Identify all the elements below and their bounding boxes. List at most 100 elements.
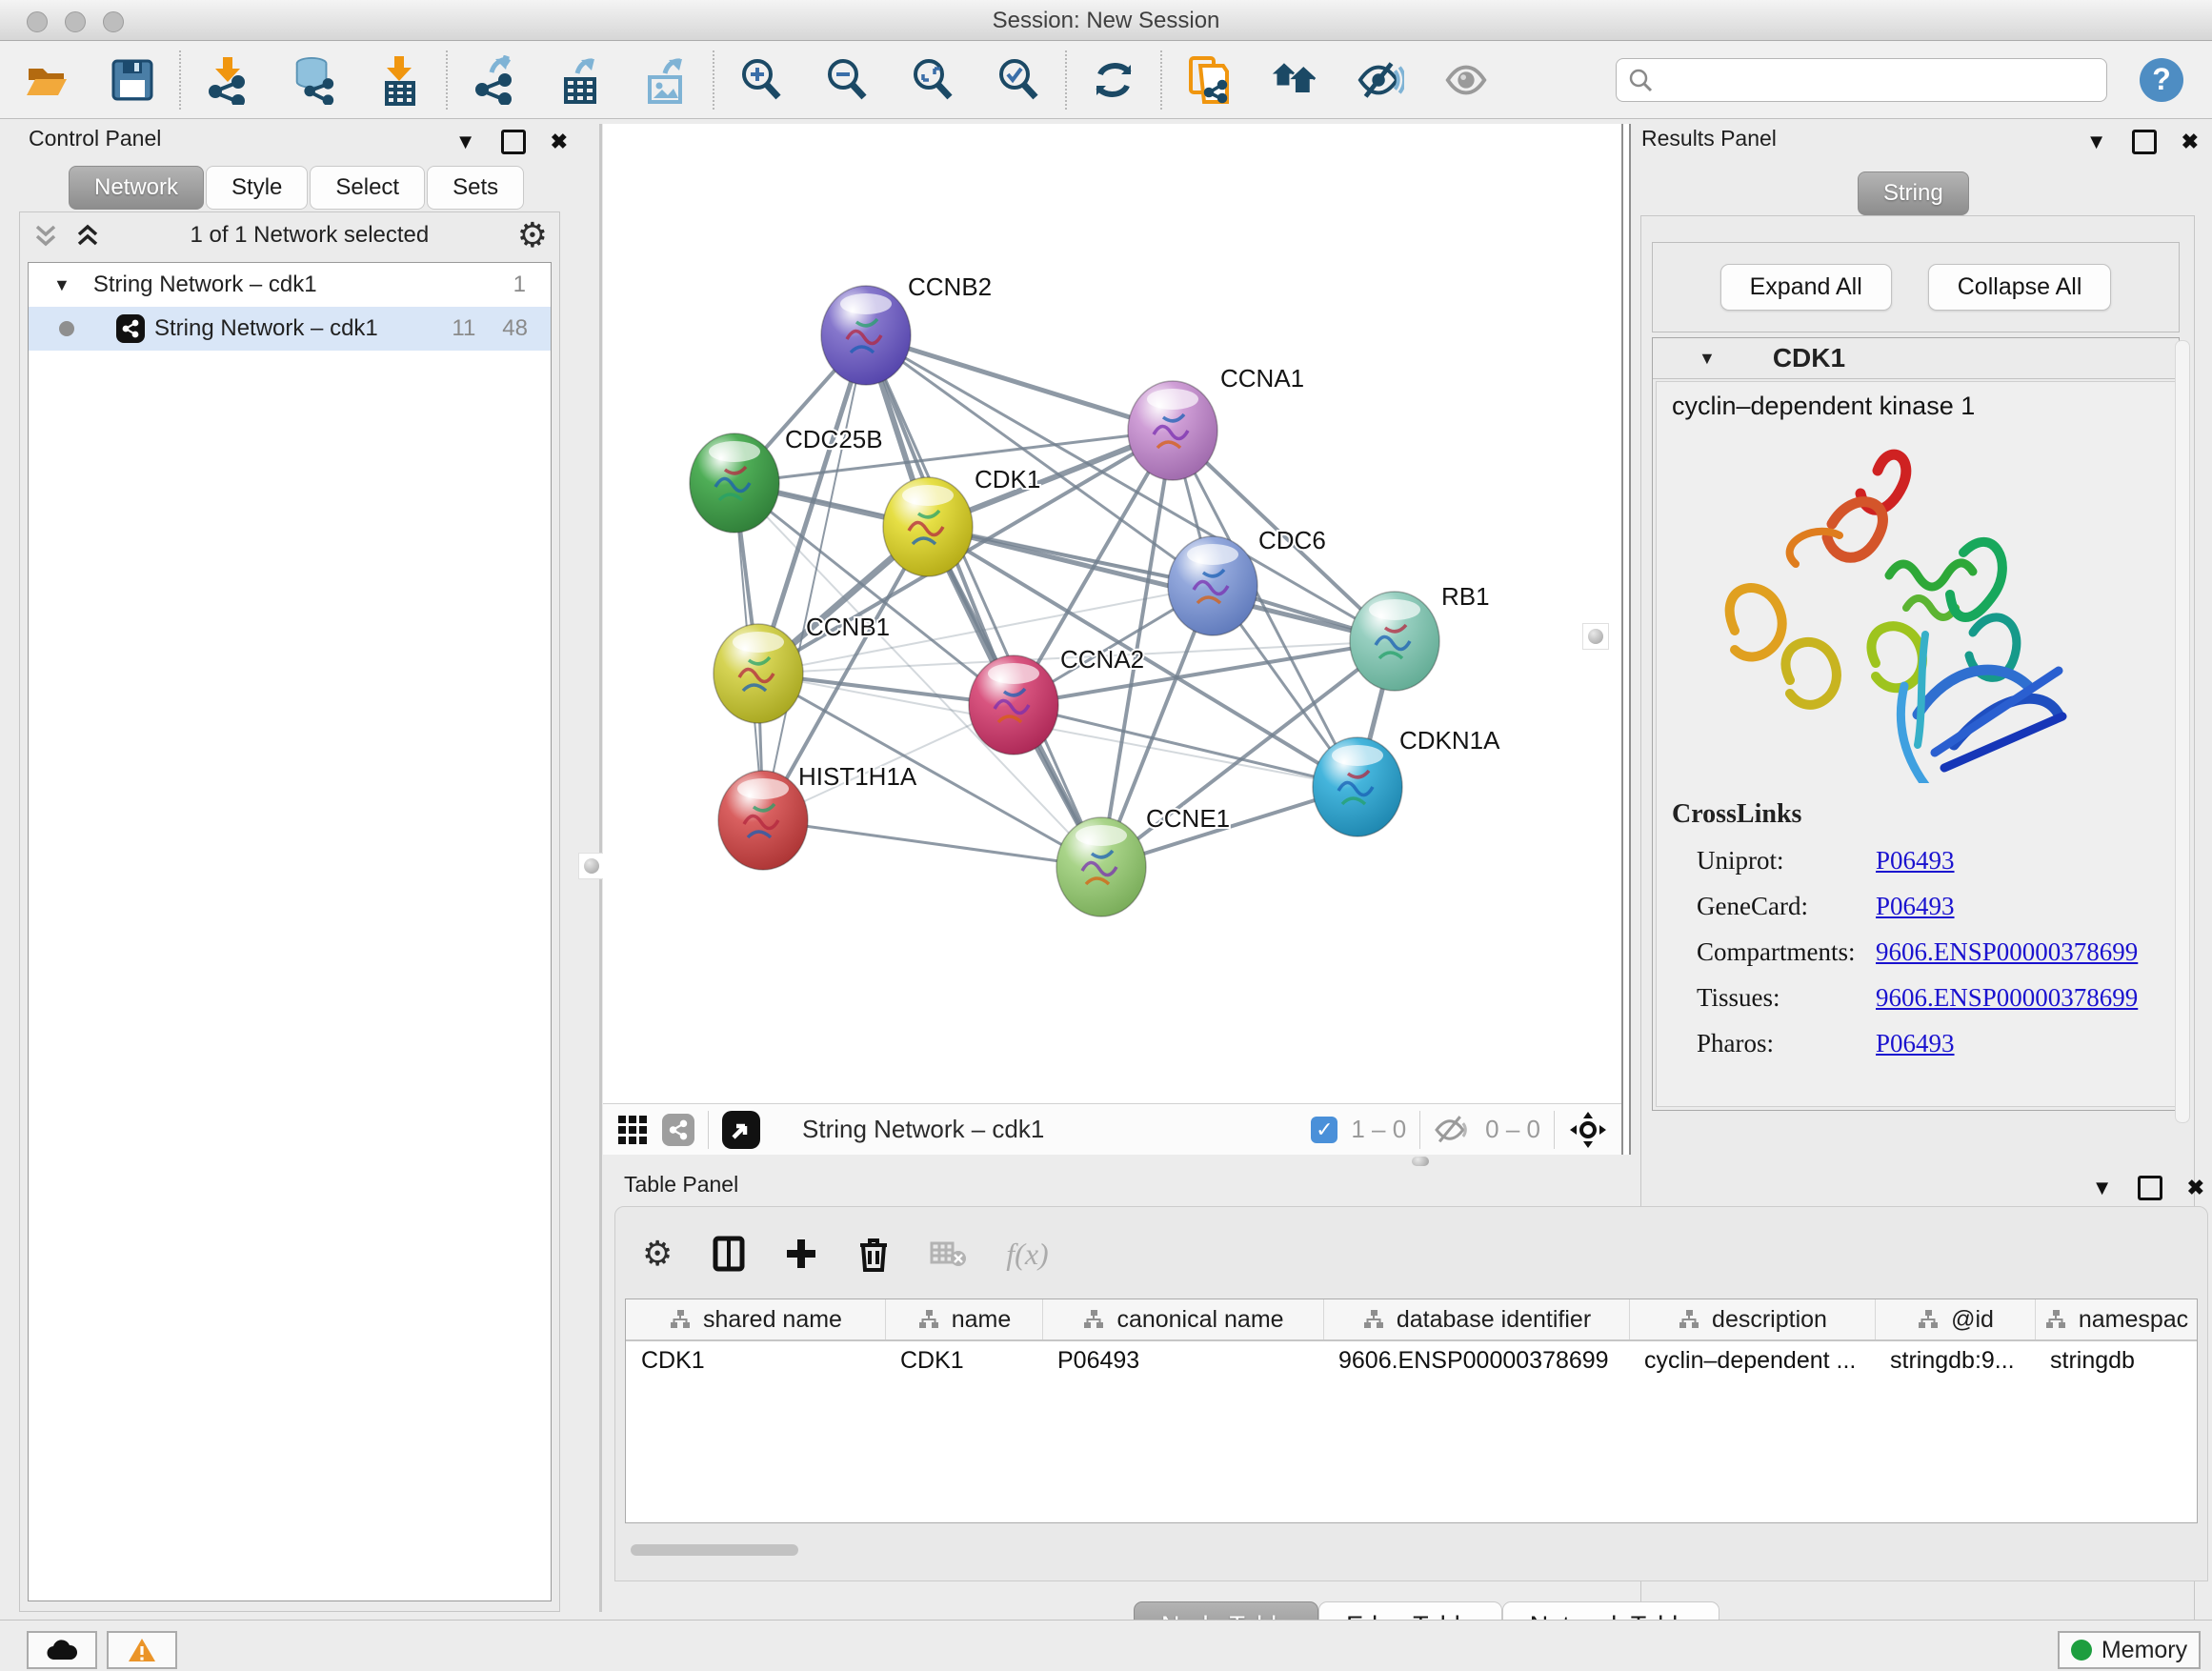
network-type-badge-icon[interactable] <box>662 1114 694 1146</box>
first-neighbors-icon[interactable] <box>1185 56 1233 104</box>
delete-column-icon[interactable] <box>857 1236 890 1272</box>
table-data-row[interactable]: CDK1CDK1P064939606.ENSP00000378699cyclin… <box>626 1341 2197 1383</box>
table-panel-float-icon[interactable] <box>2138 1176 2162 1200</box>
section-collapse-icon[interactable]: ▼ <box>1699 349 1716 369</box>
network-options-gear-icon[interactable]: ⚙ <box>517 218 548 252</box>
tab-string[interactable]: String <box>1858 171 1969 215</box>
warnings-button[interactable] <box>107 1631 177 1669</box>
show-all-networks-icon[interactable] <box>1271 56 1318 104</box>
tab-network[interactable]: Network <box>69 166 204 210</box>
zoom-out-icon[interactable] <box>823 56 871 104</box>
network-node-RB1[interactable]: RB1 <box>1350 582 1490 691</box>
collection-expand-icon[interactable]: ▼ <box>53 275 70 295</box>
open-session-icon[interactable] <box>23 56 70 104</box>
add-column-icon[interactable] <box>785 1238 817 1270</box>
right-splitter[interactable] <box>1621 124 1631 1155</box>
tab-select[interactable]: Select <box>310 166 425 210</box>
column-type-icon <box>1082 1309 1105 1330</box>
open-in-window-icon[interactable] <box>722 1111 760 1149</box>
column-header-shared-name[interactable]: shared name <box>626 1299 885 1339</box>
table-cell[interactable]: CDK1 <box>885 1341 1042 1383</box>
control-panel-collapse-icon[interactable]: ▼ <box>455 131 476 152</box>
expand-all-networks-icon[interactable] <box>73 221 102 250</box>
network-node-CCNA1[interactable]: CCNA1 <box>1128 364 1304 480</box>
table-horizontal-scrollbar[interactable] <box>625 1542 2196 1558</box>
apply-layout-icon[interactable] <box>1090 56 1137 104</box>
left-splitter-grip[interactable] <box>578 853 605 879</box>
right-splitter-grip[interactable] <box>1582 623 1609 650</box>
show-hidden-icon[interactable] <box>1442 56 1490 104</box>
save-session-icon[interactable] <box>109 56 156 104</box>
title-bar: Session: New Session <box>0 0 2212 41</box>
show-columns-icon[interactable] <box>713 1236 745 1272</box>
crosslink-link[interactable]: P06493 <box>1876 846 1955 876</box>
tab-style[interactable]: Style <box>206 166 308 210</box>
memory-button[interactable]: Memory <box>2058 1631 2201 1669</box>
network-node-CCNE1[interactable]: CCNE1 <box>1056 804 1230 916</box>
fit-selected-crosshair-icon[interactable] <box>1568 1110 1608 1150</box>
results-panel-collapse-icon[interactable]: ▼ <box>2086 131 2107 152</box>
import-network-icon[interactable] <box>204 56 251 104</box>
column-header-canonical-name[interactable]: canonical name <box>1042 1299 1323 1339</box>
network-canvas[interactable]: CCNB2CCNA1CDC25BCDK1CDC6RB1CCNB1CCNA2CDK… <box>603 124 1621 1155</box>
table-panel-close-icon[interactable]: ✖ <box>2187 1178 2204 1198</box>
network-edge[interactable] <box>763 820 1101 867</box>
zoom-in-icon[interactable] <box>737 56 785 104</box>
column-header-description[interactable]: description <box>1629 1299 1875 1339</box>
help-button[interactable]: ? <box>2140 58 2183 102</box>
tab-sets[interactable]: Sets <box>427 166 524 210</box>
table-cell[interactable]: stringdb <box>2035 1341 2197 1383</box>
search-input[interactable] <box>1660 66 2095 94</box>
window-title: Session: New Session <box>0 8 2212 34</box>
import-table-icon[interactable] <box>375 56 423 104</box>
network-node-HIST1H1A[interactable]: HIST1H1A <box>718 762 917 870</box>
network-graph[interactable]: CCNB2CCNA1CDC25BCDK1CDC6RB1CCNB1CCNA2CDK… <box>603 124 1621 1103</box>
crosslink-link[interactable]: P06493 <box>1876 892 1955 921</box>
crosslinks-block: CrossLinks Uniprot: P06493 GeneCard: P06… <box>1672 799 2138 1058</box>
results-panel-float-icon[interactable] <box>2132 130 2157 154</box>
zoom-selected-icon[interactable] <box>995 56 1042 104</box>
birds-eye-grid-icon[interactable] <box>616 1114 649 1146</box>
table-cell[interactable]: P06493 <box>1042 1341 1323 1383</box>
column-header--id[interactable]: @id <box>1875 1299 2035 1339</box>
table-cell[interactable]: cyclin–dependent ... <box>1629 1341 1875 1383</box>
cloud-status-button[interactable] <box>27 1631 97 1669</box>
results-panel-close-icon[interactable]: ✖ <box>2182 131 2199 152</box>
network-edge[interactable] <box>866 335 1173 431</box>
zoom-fit-icon[interactable] <box>909 56 956 104</box>
column-header-name[interactable]: name <box>885 1299 1042 1339</box>
column-header-namespac[interactable]: namespac <box>2035 1299 2197 1339</box>
column-header-database-identifier[interactable]: database identifier <box>1323 1299 1629 1339</box>
network-row[interactable]: String Network – cdk1 11 48 <box>29 307 551 351</box>
crosslink-link[interactable]: P06493 <box>1876 1029 1955 1058</box>
control-panel-close-icon[interactable]: ✖ <box>551 131 568 152</box>
crosslink-link[interactable]: 9606.ENSP00000378699 <box>1876 983 2138 1013</box>
table-cell[interactable]: 9606.ENSP00000378699 <box>1323 1341 1629 1383</box>
network-edge[interactable] <box>763 335 866 820</box>
crosslink-link[interactable]: 9606.ENSP00000378699 <box>1876 937 2138 967</box>
table-options-gear-icon[interactable]: ⚙ <box>642 1237 673 1271</box>
toolbar-search-field[interactable] <box>1616 58 2107 102</box>
column-type-icon <box>917 1309 940 1330</box>
network-node-CDKN1A[interactable]: CDKN1A <box>1313 726 1500 836</box>
results-scrollbar[interactable] <box>2175 340 2190 1123</box>
table-cell[interactable]: stringdb:9... <box>1875 1341 2035 1383</box>
expand-all-button[interactable]: Expand All <box>1720 264 1892 311</box>
table-cell[interactable]: CDK1 <box>626 1341 885 1383</box>
node-result-header[interactable]: ▼ CDK1 <box>1653 338 2179 379</box>
export-network-icon[interactable] <box>471 56 518 104</box>
collapse-all-button[interactable]: Collapse All <box>1928 264 2112 311</box>
hide-selected-icon[interactable] <box>1357 56 1404 104</box>
network-node-CCNA2[interactable]: CCNA2 <box>969 645 1144 755</box>
import-network-from-database-icon[interactable] <box>290 56 337 104</box>
export-image-icon[interactable] <box>642 56 690 104</box>
control-panel-float-icon[interactable] <box>501 130 526 154</box>
selected-checkbox-icon[interactable]: ✓ <box>1311 1117 1337 1143</box>
results-panel-title: Results Panel <box>1641 126 1777 151</box>
collapse-all-networks-icon[interactable] <box>31 221 60 250</box>
network-node-CDC25B[interactable]: CDC25B <box>690 425 883 533</box>
network-collection-row[interactable]: ▼ String Network – cdk1 1 <box>29 263 551 307</box>
table-panel-collapse-icon[interactable]: ▼ <box>2092 1178 2113 1198</box>
hidden-eye-slash-icon[interactable] <box>1434 1114 1472 1146</box>
export-table-icon[interactable] <box>556 56 604 104</box>
